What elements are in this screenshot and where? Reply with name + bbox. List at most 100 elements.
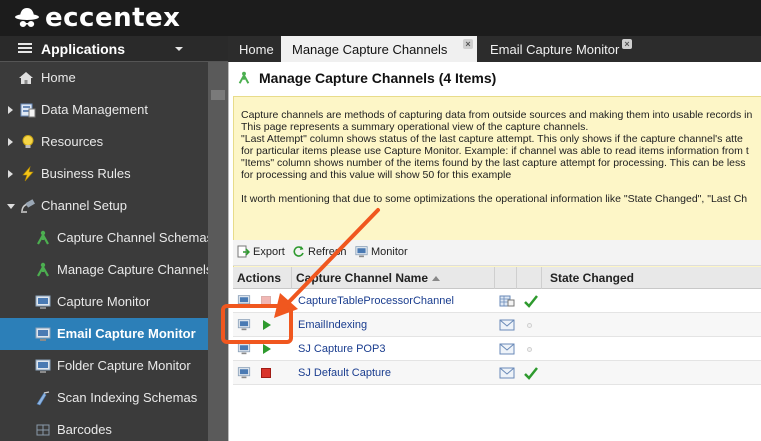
sidebar-item-business-rules[interactable]: Business Rules xyxy=(0,158,208,190)
column-header-name[interactable]: Capture Channel Name xyxy=(292,267,495,289)
sidebar-item-label: Data Management xyxy=(41,102,148,117)
channel-name-link[interactable]: EmailIndexing xyxy=(298,313,367,337)
info-line: It worth mentioning that due to some opt… xyxy=(241,193,748,205)
table-row[interactable]: SJ Default Capture xyxy=(233,361,761,385)
sidebar-item-email-capture-monitor[interactable]: Email Capture Monitor xyxy=(0,318,208,350)
refresh-label: Refresh xyxy=(308,245,347,258)
table-row[interactable]: CaptureTableProcessorChannel xyxy=(233,289,761,313)
sidebar-item-home[interactable]: Home xyxy=(0,62,208,94)
database-icon xyxy=(20,102,36,118)
info-line: "Last Attempt" column shows status of th… xyxy=(241,133,743,145)
info-line: for particular items please use Capture … xyxy=(241,145,749,157)
refresh-button[interactable]: Refresh xyxy=(292,245,347,258)
table-icon xyxy=(499,295,515,307)
sidebar-item-label: Email Capture Monitor xyxy=(57,326,196,341)
sidebar-item-barcodes[interactable]: Barcodes xyxy=(0,414,208,441)
sidebar-item-resources[interactable]: Resources xyxy=(0,126,208,158)
sidebar-item-label: Capture Monitor xyxy=(57,294,151,309)
lightbulb-icon xyxy=(20,134,36,150)
export-icon xyxy=(237,245,251,258)
scrollbar-thumb[interactable] xyxy=(211,90,225,100)
tab-bar: Home Manage Capture Channels × Email Cap… xyxy=(228,36,761,62)
email-icon xyxy=(499,319,515,331)
column-header-label: Capture Channel Name xyxy=(296,271,429,285)
sidebar-item-label: Barcodes xyxy=(57,422,112,437)
close-icon[interactable]: × xyxy=(463,39,473,49)
annotation-highlight-box xyxy=(221,304,293,344)
channel-name-link[interactable]: SJ Capture POP3 xyxy=(298,337,385,361)
email-icon xyxy=(499,343,515,355)
detective-hat-icon xyxy=(14,5,40,31)
channel-icon xyxy=(237,71,251,85)
monitor-icon[interactable] xyxy=(237,366,251,379)
channel-icon xyxy=(35,230,51,246)
export-button[interactable]: Export xyxy=(237,245,285,258)
sidebar-scrollbar[interactable] xyxy=(208,62,228,441)
sidebar-item-scan-indexing-schemas[interactable]: Scan Indexing Schemas xyxy=(0,382,208,414)
monitor-icon xyxy=(35,326,51,342)
stop-icon[interactable] xyxy=(261,368,271,378)
table-row[interactable]: SJ Capture POP3 xyxy=(233,337,761,361)
tab-email-capture-monitor[interactable]: Email Capture Monitor × xyxy=(479,36,639,62)
play-icon[interactable] xyxy=(263,344,271,354)
sidebar-item-label: Home xyxy=(41,70,76,85)
sidebar-item-label: Resources xyxy=(41,134,104,149)
channel-name-link[interactable]: SJ Default Capture xyxy=(298,361,391,385)
sidebar-item-channel-setup[interactable]: Channel Setup xyxy=(0,190,208,222)
refresh-icon xyxy=(292,245,305,258)
channel-icon xyxy=(35,262,51,278)
hamburger-menu-icon xyxy=(18,43,32,54)
applications-label: Applications xyxy=(41,40,126,57)
expand-arrow-icon[interactable] xyxy=(8,170,13,178)
sidebar-item-data-management[interactable]: Data Management xyxy=(0,94,208,126)
expand-arrow-icon[interactable] xyxy=(8,106,13,114)
table-row[interactable]: EmailIndexing xyxy=(233,313,761,337)
sidebar-item-capture-channel-schemas[interactable]: Capture Channel Schemas xyxy=(0,222,213,254)
applications-header[interactable]: Applications xyxy=(0,36,228,62)
sidebar-item-folder-capture-monitor[interactable]: Folder Capture Monitor xyxy=(0,350,208,382)
column-header-label: State Changed xyxy=(550,271,635,285)
tab-manage-capture-channels[interactable]: Manage Capture Channels × xyxy=(281,36,477,62)
monitor-icon xyxy=(355,245,368,258)
tab-label: Manage Capture Channels xyxy=(292,41,448,57)
page-title-text: Manage Capture Channels (4 Items) xyxy=(259,70,497,86)
monitor-label: Monitor xyxy=(371,245,408,258)
chevron-down-icon[interactable] xyxy=(175,47,183,51)
tab-label: Email Capture Monitor xyxy=(490,41,620,57)
scan-icon xyxy=(35,390,51,406)
column-header-state-changed[interactable]: State Changed xyxy=(542,267,761,289)
info-line: "Items" column shows number of the items… xyxy=(241,157,746,169)
house-icon xyxy=(18,70,34,86)
sidebar-item-label: Business Rules xyxy=(41,166,131,181)
check-icon xyxy=(523,293,539,309)
status-idle-icon xyxy=(527,347,532,352)
sidebar-item-label: Folder Capture Monitor xyxy=(57,358,191,373)
export-label: Export xyxy=(253,245,285,258)
channel-name-link[interactable]: CaptureTableProcessorChannel xyxy=(298,289,454,313)
brand-logo[interactable]: eccentex xyxy=(14,4,180,32)
tab-label: Home xyxy=(239,41,274,57)
sidebar-item-label: Manage Capture Channels xyxy=(57,262,213,277)
monitor-button[interactable]: Monitor xyxy=(355,245,408,258)
sidebar-item-manage-capture-channels[interactable]: Manage Capture Channels xyxy=(0,254,212,286)
column-header-status[interactable] xyxy=(517,267,542,289)
sidebar-item-capture-monitor[interactable]: Capture Monitor xyxy=(0,286,208,318)
sidebar-item-label: Channel Setup xyxy=(41,198,128,213)
info-line: Capture channels are methods of capturin… xyxy=(241,109,753,121)
top-bar: eccentex xyxy=(0,0,761,36)
grid-header: Actions Capture Channel Name State Chang… xyxy=(233,267,761,289)
sort-ascending-icon xyxy=(432,276,441,282)
column-header-type[interactable] xyxy=(495,267,517,289)
column-header-actions[interactable]: Actions xyxy=(233,267,292,289)
info-line: for processing and this value will show … xyxy=(241,169,512,181)
barcode-icon xyxy=(35,422,51,438)
info-line: This page represents a summary operation… xyxy=(241,121,589,133)
expand-arrow-icon[interactable] xyxy=(8,138,13,146)
page-title: Manage Capture Channels (4 Items) xyxy=(237,70,496,86)
tab-home[interactable]: Home xyxy=(228,36,278,62)
close-icon[interactable]: × xyxy=(622,39,632,49)
column-header-label: Actions xyxy=(237,271,282,285)
collapse-arrow-icon[interactable] xyxy=(7,204,15,209)
brand-name: eccentex xyxy=(45,3,181,33)
status-idle-icon xyxy=(527,323,532,328)
